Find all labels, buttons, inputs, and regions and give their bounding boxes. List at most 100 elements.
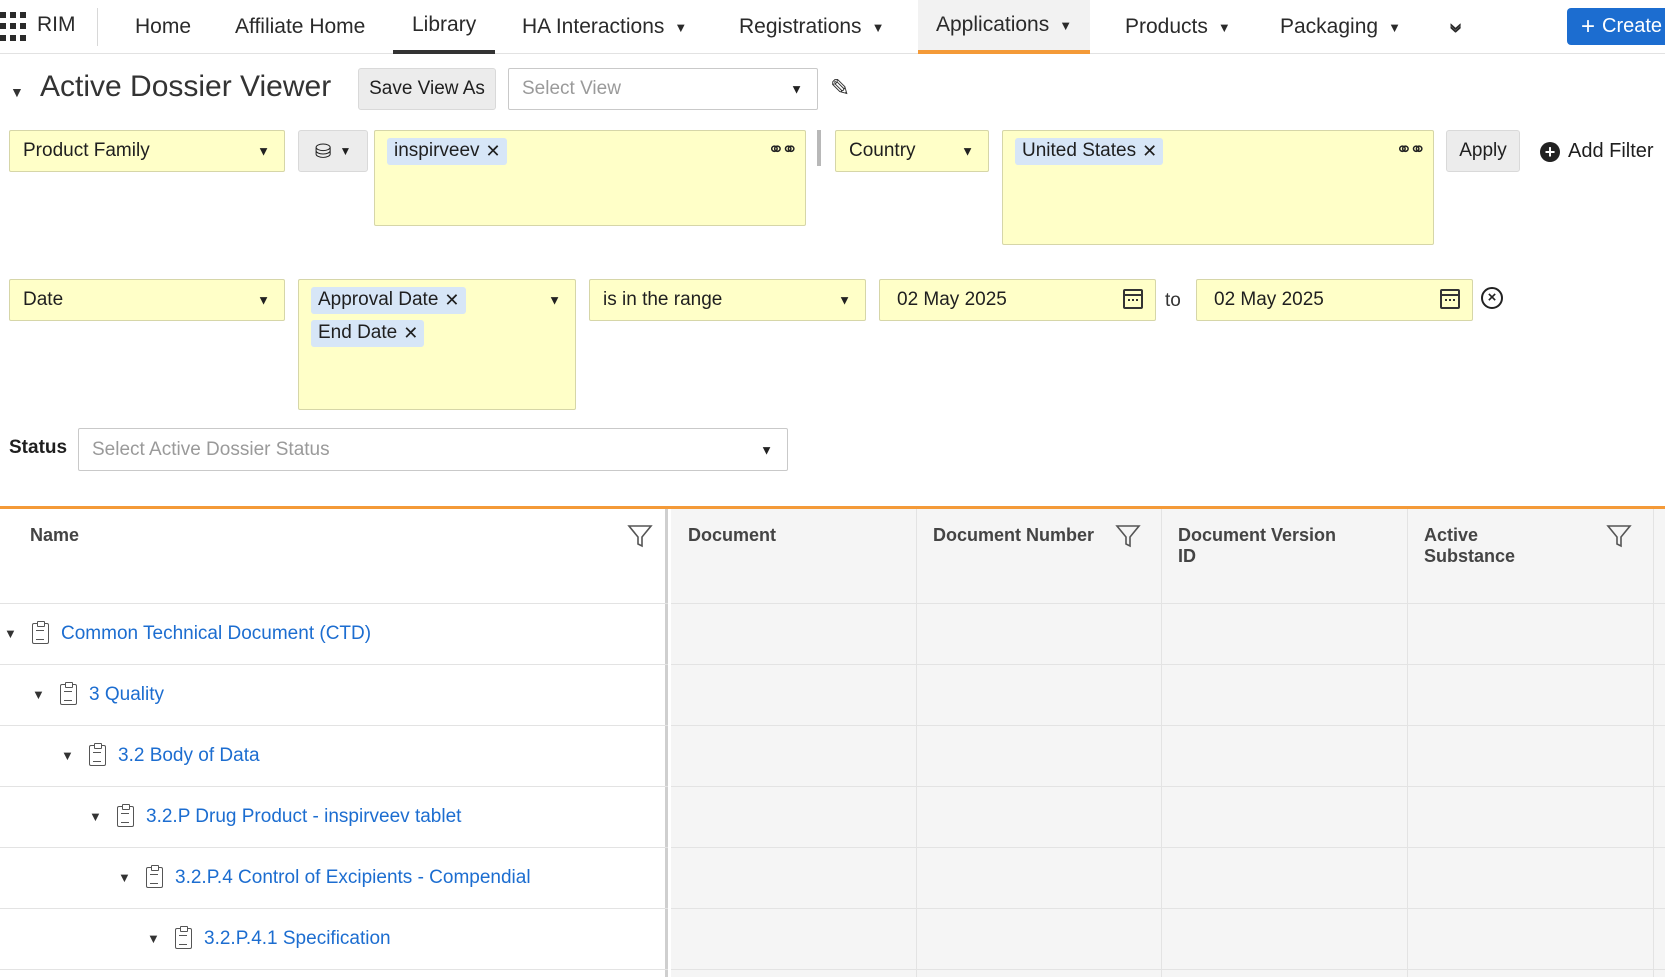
remove-tag-icon[interactable]: ✕ [403,323,418,344]
tree-node-link[interactable]: 3.2.P.4.1 Specification [204,928,391,950]
row-divider [671,908,1665,909]
chevron-down-icon: ▼ [760,442,773,457]
chevron-down-icon: ▼ [339,144,352,158]
tree-node-link[interactable]: 3.2.P Drug Product - inspirveev tablet [146,806,461,828]
column-header-document-number[interactable]: Document Number [916,509,1106,603]
date-from-input[interactable]: 02 May 2025 [879,279,1156,321]
page-title: Active Dossier Viewer [40,70,332,103]
nav-tab-affiliate-home[interactable]: Affiliate Home [235,0,365,54]
tree-row[interactable]: ▼ 3.2.P.4 Control of Excipients - Compen… [0,847,668,908]
remove-tag-icon[interactable]: ✕ [486,141,501,162]
chevron-down-icon[interactable]: ▼ [548,293,561,308]
to-label: to [1165,290,1181,311]
clipboard-icon [146,865,163,888]
nav-divider [97,8,98,46]
column-header-active-substance[interactable]: Active Substance [1407,509,1557,603]
clipboard-icon [175,926,192,949]
country-field-select[interactable]: Country ▼ [835,130,989,172]
nav-tab-packaging[interactable]: Packaging ▼ [1280,0,1401,54]
tree-node-link[interactable]: 3 Quality [89,684,164,706]
chevron-down-icon: ▼ [257,143,270,159]
clear-filter-icon[interactable]: × [1481,287,1503,309]
chevron-down-icon: ▼ [961,143,974,159]
nav-tab-ha-interactions[interactable]: HA Interactions ▼ [522,0,687,54]
chevron-down-icon: ▼ [790,81,803,97]
select-view-dropdown[interactable]: Select View ▼ [508,68,818,110]
expand-caret-icon[interactable]: ▼ [32,687,48,702]
column-header-document-version-id[interactable]: Document Version ID [1161,509,1341,603]
clipboard-icon [117,804,134,827]
add-filter-button[interactable]: + Add Filter [1540,140,1654,163]
app-name[interactable]: RIM [37,13,76,37]
row-divider [671,664,1665,665]
product-family-value-box[interactable]: inspirveev ✕ ⚭⚭ [374,130,806,226]
tree-node-link[interactable]: 3.2.P.4 Control of Excipients - Compendi… [175,867,531,889]
filter-tag: Approval Date ✕ [311,287,466,314]
tree-row[interactable]: ▼ 3 Quality [0,664,668,725]
expand-caret-icon[interactable]: ▼ [4,626,20,641]
date-to-input[interactable]: 02 May 2025 [1196,279,1473,321]
collapse-caret-icon[interactable]: ▼ [10,84,24,100]
binoculars-icon[interactable]: ⚭⚭ [767,137,797,162]
hierarchy-options-button[interactable]: ⛁ ▼ [298,130,368,172]
app-grid-icon[interactable] [0,12,26,42]
expand-caret-icon[interactable]: ▼ [61,748,77,763]
nav-tab-registrations[interactable]: Registrations ▼ [739,0,884,54]
expand-caret-icon[interactable]: ▼ [147,931,163,946]
column-divider [1653,509,1654,977]
save-view-as-button[interactable]: Save View As [358,68,496,110]
nav-tab-library[interactable]: Library [393,0,496,54]
plus-icon: + [1581,12,1596,40]
operator-select[interactable]: is in the range ▼ [589,279,866,321]
clipboard-icon [60,682,77,705]
remove-tag-icon[interactable]: ✕ [1142,141,1157,162]
expand-caret-icon[interactable]: ▼ [89,809,105,824]
apply-button[interactable]: Apply [1446,130,1520,172]
nav-tab-applications[interactable]: Applications ▼ [918,0,1091,54]
calendar-icon[interactable] [1440,289,1460,309]
calendar-icon[interactable] [1123,289,1143,309]
filter-tag: inspirveev ✕ [387,138,507,165]
tree-row[interactable]: ▼ 3.2.P.4.1 Specification [0,908,668,969]
row-divider [671,847,1665,848]
filter-tag: United States ✕ [1015,138,1164,165]
chevron-down-icon: ▼ [871,19,885,35]
details-grid: Document Document Number Document Versio… [671,509,1665,977]
filter-icon[interactable] [1115,523,1141,549]
date-field-select[interactable]: Date ▼ [9,279,285,321]
chevron-down-icon: ▼ [1059,17,1073,33]
plus-circle-icon: + [1540,141,1560,162]
nav-tab-products[interactable]: Products ▼ [1125,0,1231,54]
expand-caret-icon[interactable]: ▼ [118,870,134,885]
tree-row[interactable]: ▼ 3.2 Body of Data [0,725,668,786]
binoculars-icon[interactable]: ⚭⚭ [1395,137,1425,162]
row-divider [671,969,1665,970]
clipboard-icon [89,743,106,766]
nav-tab-home[interactable]: Home [135,0,191,54]
status-label: Status [9,437,68,458]
column-header-document[interactable]: Document [671,509,776,603]
date-type-value-box[interactable]: Approval Date ✕ End Date ✕ ▼ [298,279,576,410]
layers-add-icon: ⛁ [314,140,332,163]
column-header-name[interactable]: Name [13,509,79,603]
product-family-field-select[interactable]: Product Family ▼ [9,130,285,172]
top-nav: RIM Home Affiliate Home Library HA Inter… [0,0,1665,54]
chevron-down-icon: ▼ [1388,19,1401,35]
tree-row[interactable]: ▼ 3.2.P Drug Product - inspirveev tablet [0,786,668,847]
row-divider [0,969,668,970]
tree-node-link[interactable]: 3.2 Body of Data [118,745,260,767]
chevron-down-icon: ▼ [674,19,688,35]
status-select[interactable]: Select Active Dossier Status ▼ [78,428,788,471]
tree-row[interactable]: ▼ Common Technical Document (CTD) [0,603,668,664]
tree-node-link[interactable]: Common Technical Document (CTD) [61,623,371,645]
filter-icon[interactable] [627,523,653,549]
tree-panel: Name ▼ Common Technical Document (CTD) ▼… [0,509,668,977]
edit-pencil-icon[interactable]: ✎ [830,74,850,103]
more-tabs-icon[interactable]: ›› [1443,22,1473,27]
chevron-down-icon: ▼ [1217,19,1231,35]
filter-icon[interactable] [1606,523,1632,549]
remove-tag-icon[interactable]: ✕ [444,290,459,311]
create-button[interactable]: + Create [1567,8,1665,45]
country-value-box[interactable]: United States ✕ ⚭⚭ [1002,130,1434,245]
chevron-down-icon: ▼ [838,292,851,308]
